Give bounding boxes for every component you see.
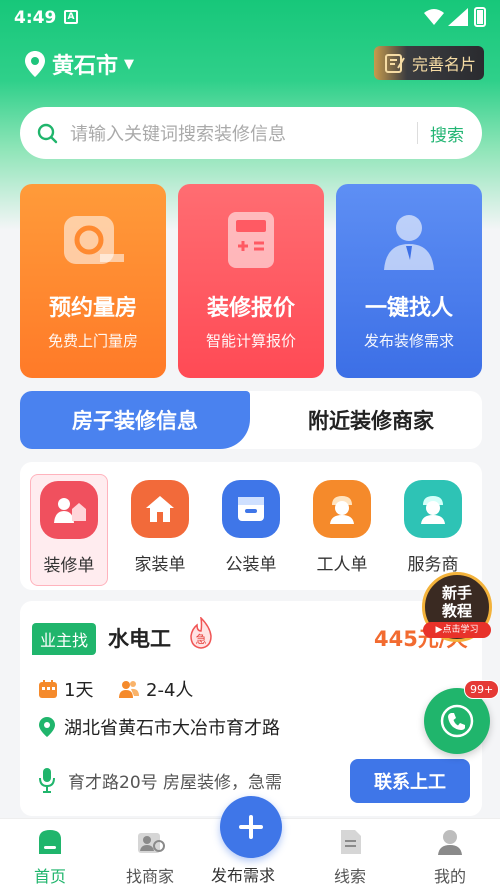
- tile-title: 预约量房: [48, 296, 137, 321]
- category-commercial-order[interactable]: 公装单: [212, 474, 290, 586]
- house-person-icon: [40, 481, 98, 539]
- category-service-provider[interactable]: 服务商: [394, 474, 472, 586]
- status-bar: 4:49 A: [0, 0, 500, 36]
- search-input[interactable]: 请输入关键词搜索装修信息: [70, 120, 417, 146]
- plus-icon: [239, 815, 263, 839]
- worker-icon: [313, 480, 371, 538]
- chevron-down-icon: ▼: [124, 56, 135, 72]
- task-card[interactable]: 业主找 水电工 急 445元/天 1天 2-4人 湖北省黄石市大冶市育才路 育才…: [20, 601, 482, 816]
- category-label: 家装单: [134, 555, 186, 575]
- battery-icon: [474, 7, 486, 27]
- feature-tiles: 预约量房 免费上门量房 装修报价 智能计算报价 一键找人 发布装修需求: [20, 184, 482, 378]
- edit-card-icon: [385, 54, 405, 73]
- phone-icon: [440, 704, 474, 738]
- task-description: 育才路20号 房屋装修，急需: [68, 772, 283, 793]
- search-icon: [37, 123, 58, 144]
- store-icon: [222, 480, 280, 538]
- tile-subtitle: 发布装修需求: [363, 332, 454, 350]
- contact-worker-button[interactable]: 联系上工: [350, 759, 470, 803]
- search-bar[interactable]: 请输入关键词搜索装修信息 搜索: [20, 107, 482, 159]
- urgent-label: 急: [196, 632, 207, 646]
- category-label: 公装单: [225, 555, 277, 575]
- tab-profile[interactable]: 我的: [410, 827, 490, 887]
- complete-card-button[interactable]: 完善名片: [374, 46, 484, 80]
- tab-label: 线索: [333, 867, 366, 886]
- task-people: 2-4人: [146, 680, 194, 701]
- document-icon: [341, 830, 361, 854]
- tile-subtitle: 免费上门量房: [47, 332, 138, 350]
- tutorial-learn-pill: ▶点击学习: [423, 622, 491, 638]
- complete-card-label: 完善名片: [412, 55, 477, 74]
- category-label: 工人单: [316, 555, 368, 575]
- calculator-icon: [228, 212, 274, 268]
- category-decoration-order[interactable]: 装修单: [30, 474, 108, 586]
- category-label: 装修单: [43, 556, 95, 576]
- microphone-icon: [39, 768, 55, 793]
- tape-measure-icon: [64, 216, 124, 264]
- signal-icon: [448, 8, 468, 26]
- tab-home[interactable]: 首页: [10, 827, 90, 887]
- tab-label: 找商家: [125, 867, 174, 886]
- people-icon: [119, 681, 139, 698]
- urgent-flame-icon: 急: [190, 617, 212, 649]
- tile-quote[interactable]: 装修报价 智能计算报价: [178, 184, 324, 378]
- tab-label: 首页: [33, 867, 66, 886]
- search-divider: [417, 122, 418, 144]
- publish-demand-label[interactable]: 发布需求: [211, 862, 275, 886]
- person-icon: [384, 215, 434, 270]
- task-title: 水电工: [108, 627, 171, 651]
- status-time: 4:49: [14, 8, 57, 28]
- home-tab-icon: [39, 830, 61, 854]
- location-pin-icon: [39, 717, 55, 737]
- tile-find-person[interactable]: 一键找人 发布装修需求: [336, 184, 482, 378]
- location-selector[interactable]: 黄石市 ▼: [24, 48, 134, 80]
- category-bar: 装修单 家装单 公装单 工人单 服务商: [20, 462, 482, 590]
- category-label: 服务商: [407, 555, 459, 575]
- home-icon: [131, 480, 189, 538]
- tile-title: 一键找人: [364, 296, 453, 321]
- task-address-row: 湖北省黄石市大冶市育才路: [38, 714, 280, 740]
- profile-icon: [438, 830, 462, 855]
- tab-find-merchant[interactable]: 找商家: [110, 827, 190, 887]
- tile-subtitle: 智能计算报价: [205, 332, 296, 350]
- notification-a-icon: A: [64, 10, 78, 24]
- info-segment-control: 房子装修信息 附近装修商家: [20, 391, 482, 449]
- category-home-order[interactable]: 家装单: [121, 474, 199, 586]
- tile-title: 装修报价: [206, 296, 295, 321]
- beginner-tutorial-button[interactable]: 新手 教程 ▶点击学习: [422, 572, 492, 642]
- owner-tag: 业主找: [32, 623, 97, 655]
- tab-label: 我的: [433, 867, 466, 886]
- city-name: 黄石市: [52, 54, 119, 79]
- tutorial-line-1: 新手: [441, 584, 472, 602]
- tile-book-measure[interactable]: 预约量房 免费上门量房: [20, 184, 166, 378]
- search-button[interactable]: 搜索: [430, 121, 464, 146]
- publish-demand-button[interactable]: [220, 796, 282, 858]
- task-headcount: 2-4人: [118, 676, 193, 702]
- task-days: 1天: [64, 680, 94, 701]
- wifi-icon: [424, 9, 444, 25]
- tab-leads[interactable]: 线索: [310, 827, 390, 887]
- tutorial-line-2: 教程: [441, 602, 472, 620]
- engineer-icon: [404, 480, 462, 538]
- task-duration: 1天: [38, 676, 93, 702]
- tab-nearby-merchants[interactable]: 附近装修商家: [260, 391, 482, 449]
- tab-house-decoration-info[interactable]: 房子装修信息: [20, 391, 250, 449]
- merchant-icon: [138, 833, 165, 853]
- task-description-row: 育才路20号 房屋装修，急需: [38, 767, 282, 793]
- location-pin-icon: [25, 51, 45, 77]
- category-worker-order[interactable]: 工人单: [303, 474, 381, 586]
- calendar-icon: [39, 680, 57, 698]
- unread-count-badge: 99+: [464, 680, 500, 699]
- task-address: 湖北省黄石市大冶市育才路: [64, 718, 280, 739]
